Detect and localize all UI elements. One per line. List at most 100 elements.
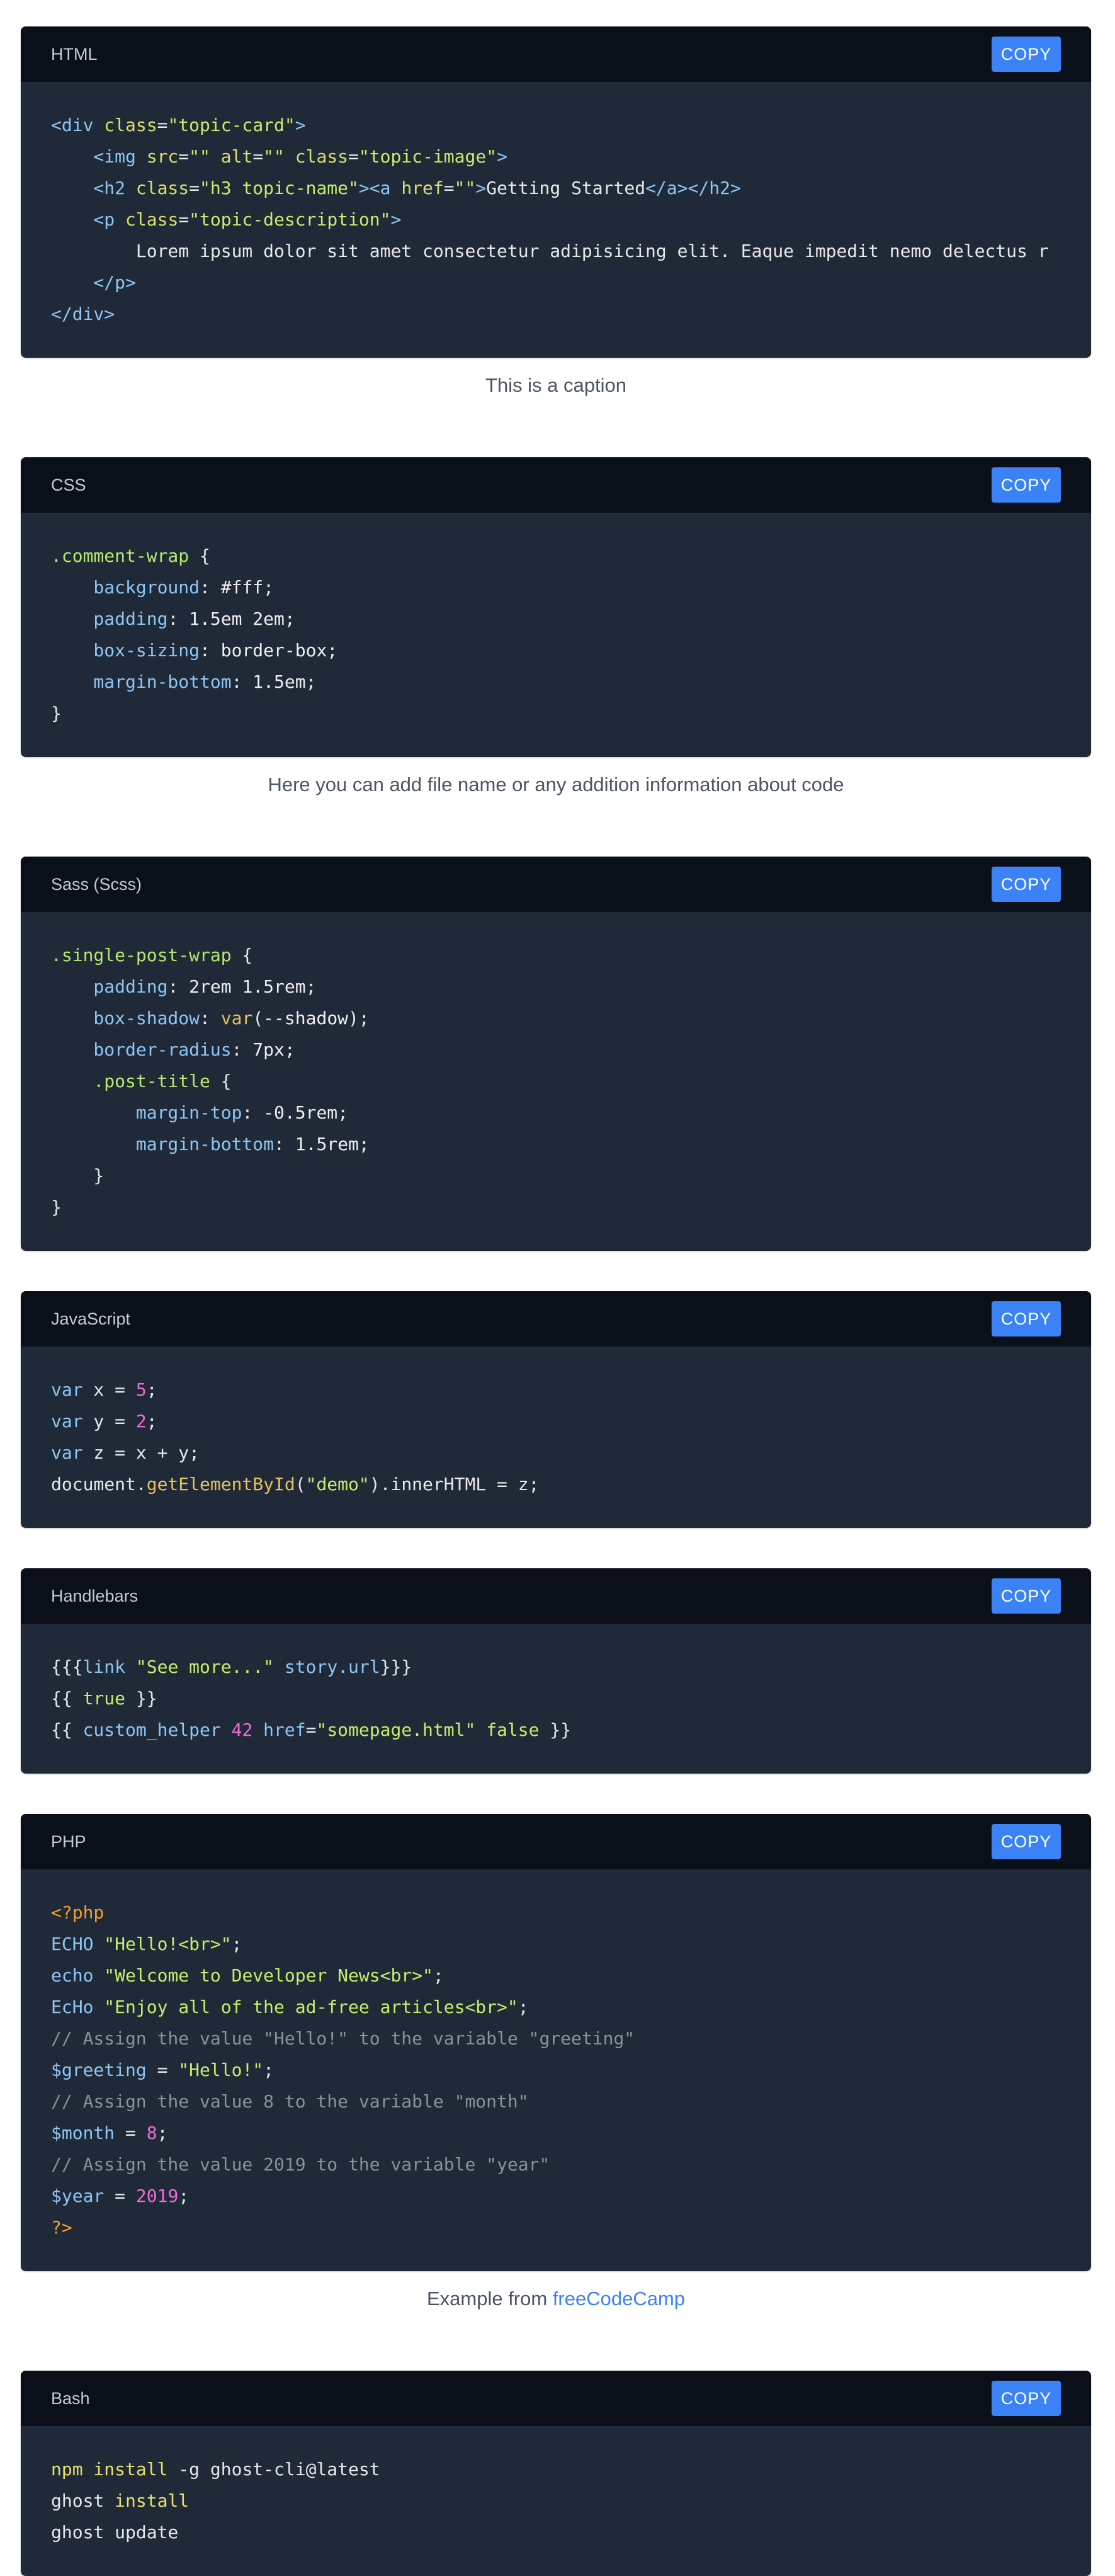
- code-token: {{: [51, 1688, 83, 1709]
- code-line: // Assign the value "Hello!" to the vari…: [51, 2023, 1061, 2055]
- code-token: <h2: [51, 178, 136, 198]
- code-token: Getting Started: [486, 178, 646, 198]
- code-line: echo "Welcome to Developer News<br>";: [51, 1960, 1061, 1992]
- code-line: box-shadow: var(--shadow);: [51, 1003, 1061, 1034]
- code-token: ;: [305, 976, 317, 997]
- code-token: ><a: [358, 178, 402, 198]
- code-line: var x = 5;: [51, 1374, 1061, 1406]
- code-token: install: [82, 2459, 168, 2480]
- code-line: npm install -g ghost-cli@latest: [51, 2454, 1061, 2485]
- code-token: #fff: [220, 577, 264, 598]
- code-line: var y = 2;: [51, 1406, 1061, 1437]
- code-line: {{ custom_helper 42 href="somepage.html"…: [51, 1714, 1061, 1746]
- code-token: src: [146, 146, 179, 167]
- code-token: npm: [51, 2459, 83, 2480]
- code-token: :: [167, 976, 190, 997]
- code-token: ): [369, 1474, 380, 1495]
- copy-button[interactable]: COPY: [992, 867, 1061, 902]
- code-token: "topic-description": [189, 209, 391, 230]
- code-token: ECHO: [51, 1934, 105, 1954]
- code-token: 1.5em 2em: [189, 608, 285, 629]
- code-line: ECHO "Hello!<br>";: [51, 1929, 1061, 1960]
- code-token: "": [454, 178, 476, 198]
- code-language-label: Bash: [51, 2388, 90, 2408]
- code-block-header: JavaScript COPY: [21, 1291, 1091, 1347]
- code-token: class: [125, 209, 179, 230]
- code-line: }: [51, 1192, 1061, 1223]
- code-language-label: PHP: [51, 1832, 86, 1851]
- copy-button[interactable]: COPY: [992, 467, 1061, 503]
- code-token: :: [274, 1134, 295, 1154]
- code-token: 7px: [252, 1039, 285, 1060]
- code-token: ;: [146, 1411, 157, 1432]
- code-language-label: CSS: [51, 475, 86, 494]
- code-token: ;: [231, 1934, 242, 1954]
- copy-button[interactable]: COPY: [992, 37, 1061, 72]
- code-token: document.: [51, 1474, 147, 1495]
- code-line: .single-post-wrap {: [51, 940, 1061, 971]
- code-token: var: [51, 1442, 83, 1463]
- code-token: z = x + y;: [82, 1442, 200, 1463]
- code-token: =: [178, 209, 190, 230]
- code-line: </div>: [51, 299, 1061, 330]
- code-token: margin-bottom: [51, 671, 232, 692]
- code-token: .innerHTML = z;: [380, 1474, 540, 1495]
- code-token: =: [443, 178, 455, 198]
- code-token: {: [210, 1071, 232, 1091]
- code-token: </div>: [51, 304, 115, 324]
- code-block: PHP COPY <?php ECHO "Hello!<br>"; echo "Welc…: [21, 1814, 1091, 2271]
- code-token: .comment-wrap: [51, 545, 190, 566]
- code-token: =: [348, 146, 359, 167]
- copy-button[interactable]: COPY: [992, 1824, 1061, 1859]
- code-line: $greeting = "Hello!";: [51, 2055, 1061, 2086]
- code-token: {: [231, 945, 253, 966]
- code-block-header: Bash COPY: [21, 2371, 1091, 2426]
- code-block: HTML COPY <div class="topic-card"> <img sr…: [21, 26, 1091, 358]
- code-token: =: [104, 2186, 136, 2206]
- copy-button[interactable]: COPY: [992, 1301, 1061, 1336]
- code-token: EcHo: [51, 1997, 105, 2017]
- code-token: var: [51, 1411, 83, 1432]
- code-token: ;: [358, 1134, 370, 1154]
- code-line: .post-title {: [51, 1066, 1061, 1097]
- code-line: // Assign the value 8 to the variable "m…: [51, 2086, 1061, 2117]
- caption-link[interactable]: freeCodeCamp: [553, 2288, 685, 2310]
- code-content: <div class="topic-card"> <img src="" alt…: [21, 82, 1091, 358]
- code-block-header: Sass (Scss) COPY: [21, 857, 1091, 912]
- code-line: margin-bottom: 1.5rem;: [51, 1129, 1061, 1160]
- code-token: }: [51, 1165, 105, 1186]
- code-content: var x = 5; var y = 2; var z = x + y; docume…: [21, 1347, 1091, 1528]
- code-token: );: [348, 1008, 370, 1029]
- code-token: "See more...": [135, 1656, 275, 1677]
- code-line: ghost update: [51, 2517, 1061, 2548]
- code-token: =: [115, 2123, 147, 2143]
- code-line: // Assign the value 2019 to the variable…: [51, 2149, 1061, 2180]
- code-language-label: JavaScript: [51, 1309, 131, 1328]
- code-token: {{{: [51, 1656, 83, 1677]
- code-content: npm install -g ghost-cli@latest ghost ins…: [21, 2426, 1091, 2576]
- code-block-header: CSS COPY: [21, 457, 1091, 513]
- code-token: link: [82, 1656, 136, 1677]
- code-line: $month = 8;: [51, 2117, 1061, 2149]
- code-block: Sass (Scss) COPY .single-post-wrap { paddi…: [21, 857, 1091, 1251]
- code-token: -g ghost-cli@latest: [167, 2459, 380, 2480]
- code-token: var: [220, 1008, 253, 1029]
- code-line: margin-top: -0.5rem;: [51, 1097, 1061, 1129]
- code-token: </p>: [51, 272, 136, 293]
- code-token: :: [167, 608, 190, 629]
- code-line: var z = x + y;: [51, 1437, 1061, 1469]
- code-caption: This is a caption: [21, 374, 1091, 399]
- code-token: "demo": [305, 1474, 370, 1495]
- code-line: $year = 2019;: [51, 2180, 1061, 2212]
- code-token: ghost: [51, 2490, 115, 2511]
- code-token: 1.5em: [252, 671, 306, 692]
- code-token: $greeting: [51, 2060, 147, 2080]
- code-token: :: [231, 1039, 253, 1060]
- code-token: class: [104, 115, 157, 135]
- code-line: .comment-wrap {: [51, 540, 1061, 572]
- copy-button[interactable]: COPY: [992, 1578, 1061, 1614]
- copy-button[interactable]: COPY: [992, 2381, 1061, 2416]
